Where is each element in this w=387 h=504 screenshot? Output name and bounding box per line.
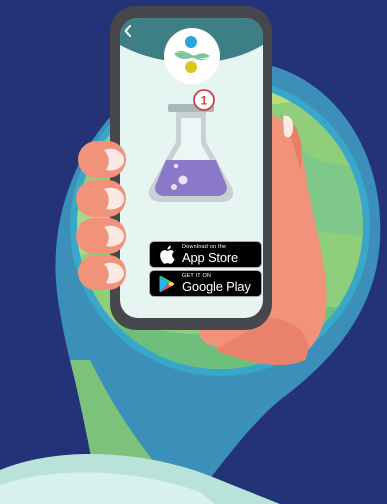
google-play-name: Google Play	[182, 279, 251, 295]
step-badge: 1	[193, 89, 215, 111]
app-logo-icon	[164, 28, 220, 84]
apple-icon	[156, 244, 178, 266]
app-store-name: App Store	[182, 250, 239, 266]
step-badge-number: 1	[201, 94, 208, 108]
google-play-icon	[156, 273, 178, 295]
app-store-badge[interactable]: Download on the App Store	[149, 241, 262, 268]
google-play-badge[interactable]: GET IT ON Google Play	[149, 270, 262, 297]
chevron-left-icon	[124, 25, 131, 37]
illustration-stage: 1 Download on the App Store GET IT ON Go…	[0, 0, 387, 504]
back-button[interactable]	[120, 20, 136, 42]
